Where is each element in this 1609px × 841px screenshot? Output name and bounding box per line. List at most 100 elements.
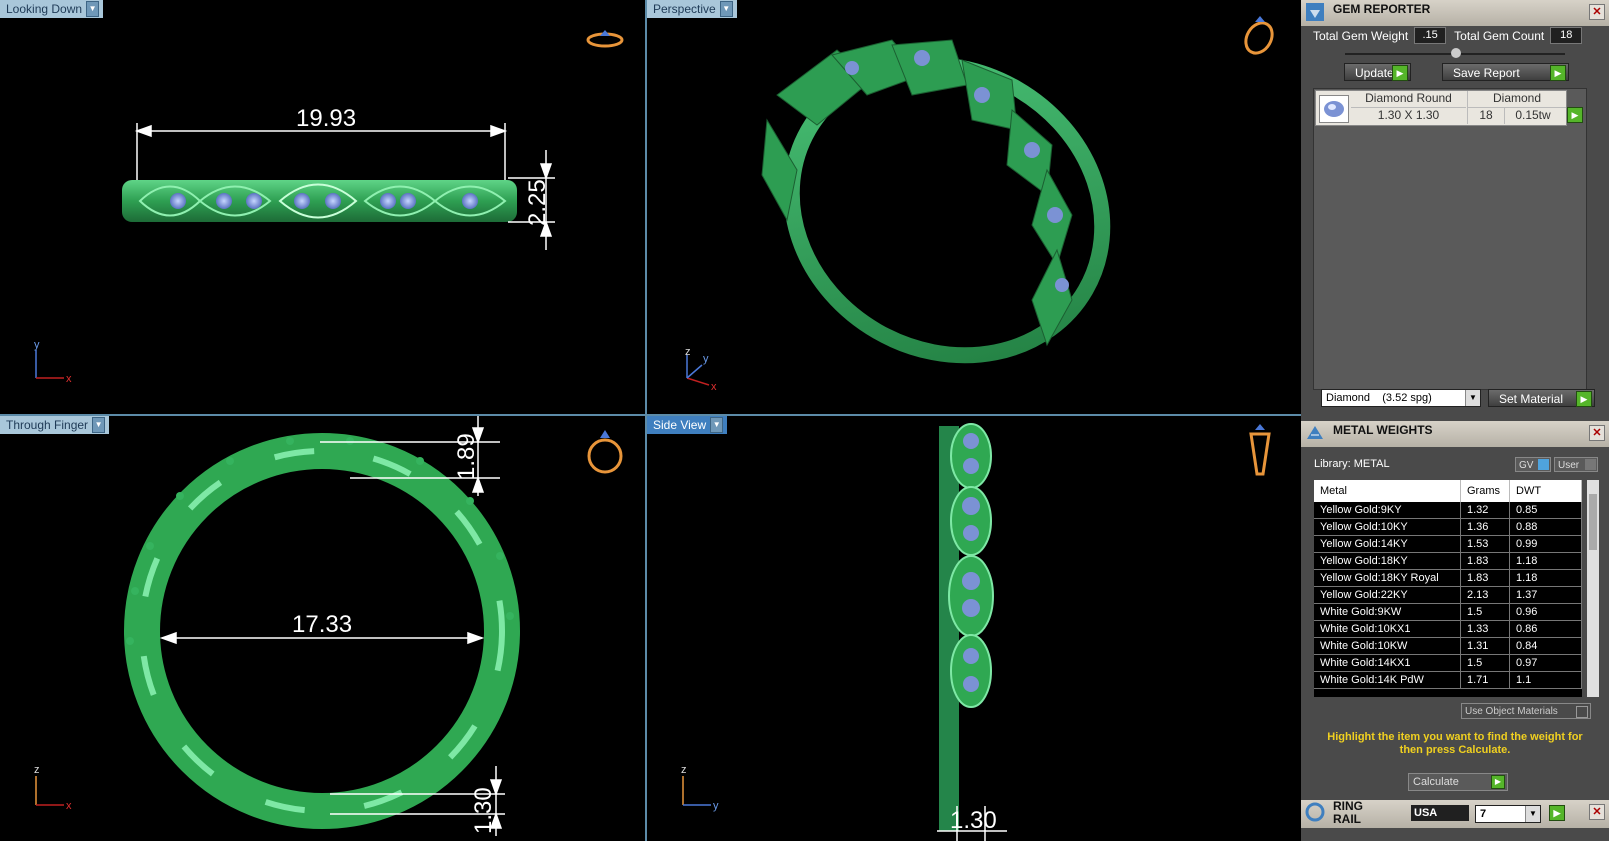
tab-perspective[interactable]: Perspective ▼ xyxy=(647,0,737,18)
cell-metal: White Gold:14KX1 xyxy=(1314,654,1461,672)
play-icon: ▶ xyxy=(1392,65,1408,81)
cell-dwt: 0.99 xyxy=(1509,535,1582,553)
cell-dwt: 1.18 xyxy=(1509,569,1582,587)
calculate-hint: Highlight the item you want to find the … xyxy=(1327,731,1583,756)
viewport-perspective[interactable]: z y x Perspective ▼ xyxy=(647,0,1301,414)
table-row[interactable]: Yellow Gold:10KY 1.36 0.88 xyxy=(1314,518,1582,536)
table-row[interactable]: White Gold:10KW 1.31 0.84 xyxy=(1314,637,1582,655)
table-row[interactable]: White Gold:10KX1 1.33 0.86 xyxy=(1314,620,1582,638)
table-row[interactable]: White Gold:14K PdW 1.71 1.1 xyxy=(1314,671,1582,689)
dim-bottom: 1.30 xyxy=(470,787,497,834)
ring-size-system[interactable]: USA xyxy=(1411,805,1469,821)
close-icon[interactable]: ✕ xyxy=(1589,4,1605,20)
axis-gizmo: z y x xyxy=(685,346,717,393)
looking-down-render: 19.93 2.25 y x xyxy=(34,30,624,385)
ring-orient-icon xyxy=(1249,424,1271,476)
toggle-off-icon xyxy=(1576,706,1588,718)
calculate-button[interactable]: Calculate ▶ xyxy=(1408,773,1508,791)
cell-metal: Yellow Gold:22KY xyxy=(1314,586,1461,604)
viewport-looking-down[interactable]: 19.93 2.25 y x Looking Down ▼ xyxy=(0,0,645,414)
use-object-materials-toggle[interactable]: Use Object Materials xyxy=(1461,703,1591,719)
chevron-down-icon: ▼ xyxy=(1465,390,1480,406)
metal-table-scrollbar[interactable] xyxy=(1587,480,1599,697)
ring-rail-icon xyxy=(1305,802,1325,822)
table-row[interactable]: Yellow Gold:9KY 1.32 0.85 xyxy=(1314,502,1582,519)
table-row[interactable]: Yellow Gold:18KY Royal 1.83 1.18 xyxy=(1314,569,1582,587)
cell-dwt: 1.1 xyxy=(1509,671,1582,689)
gem-row-go-icon[interactable]: ▶ xyxy=(1567,107,1583,123)
table-row[interactable]: Yellow Gold:14KY 1.53 0.99 xyxy=(1314,535,1582,553)
gem-reporter-icon xyxy=(1305,2,1325,22)
total-gem-count-value: 18 xyxy=(1550,27,1583,44)
viewport-menu-icon[interactable]: ▼ xyxy=(710,417,724,433)
panel-slider-handle[interactable] xyxy=(1451,48,1461,58)
table-row[interactable]: White Gold:14KX1 1.5 0.97 xyxy=(1314,654,1582,672)
viewport-menu-icon[interactable]: ▼ xyxy=(92,417,106,433)
svg-text:z: z xyxy=(685,346,691,358)
total-gem-weight-value: .15 xyxy=(1414,27,1447,44)
close-icon[interactable]: ✕ xyxy=(1589,804,1605,820)
viewport-menu-icon[interactable]: ▼ xyxy=(719,1,733,17)
table-row[interactable]: Yellow Gold:22KY 2.13 1.37 xyxy=(1314,586,1582,604)
cell-dwt: 0.88 xyxy=(1509,518,1582,536)
viewport-side-view[interactable]: 1.30 z y Side View ▼ xyxy=(647,416,1301,841)
svg-text:x: x xyxy=(711,381,717,393)
cell-metal: White Gold:14K PdW xyxy=(1314,671,1461,689)
material-select[interactable]: Diamond (3.52 spg) ▼ xyxy=(1321,389,1481,407)
gem-material: Diamond xyxy=(1467,91,1566,108)
close-icon[interactable]: ✕ xyxy=(1589,425,1605,441)
table-row[interactable]: White Gold:9KW 1.5 0.96 xyxy=(1314,603,1582,621)
viewport-through-finger[interactable]: 17.33 1.89 1.30 z x Through Finger ▼ xyxy=(0,416,645,841)
cell-grams: 1.71 xyxy=(1460,671,1510,689)
dim-inner: 17.33 xyxy=(292,611,352,638)
update-button[interactable]: Update ▶ xyxy=(1344,63,1411,81)
cell-metal: Yellow Gold:9KY xyxy=(1314,502,1461,519)
cell-dwt: 1.37 xyxy=(1509,586,1582,604)
col-dwt[interactable]: DWT xyxy=(1509,480,1582,502)
metal-table: Metal Grams DWT Yellow Gold:9KY 1.32 0.85 … xyxy=(1314,480,1582,689)
cell-dwt: 1.18 xyxy=(1509,552,1582,570)
cell-grams: 1.83 xyxy=(1460,552,1510,570)
gem-list-row[interactable]: Diamond Round 1.30 X 1.30 Diamond 18 0.1… xyxy=(1315,90,1567,126)
cell-metal: White Gold:10KX1 xyxy=(1314,620,1461,638)
side-view-render: 1.30 z y xyxy=(681,423,1271,841)
save-report-button[interactable]: Save Report ▶ xyxy=(1442,63,1569,81)
svg-text:z: z xyxy=(681,764,687,776)
ring-size-select[interactable]: 7 ▼ xyxy=(1475,805,1541,823)
table-row[interactable]: Yellow Gold:18KY 1.83 1.18 xyxy=(1314,552,1582,570)
dim-bottom: 1.30 xyxy=(950,807,997,834)
cell-grams: 1.36 xyxy=(1460,518,1510,536)
gv-toggle[interactable]: GV xyxy=(1515,457,1551,472)
viewport-menu-icon[interactable]: ▼ xyxy=(86,1,100,17)
col-metal[interactable]: Metal xyxy=(1314,480,1461,502)
scrollbar-thumb[interactable] xyxy=(1589,494,1597,550)
save-report-button-label: Save Report xyxy=(1453,66,1520,80)
cell-metal: Yellow Gold:14KY xyxy=(1314,535,1461,553)
chevron-down-icon: ▼ xyxy=(1525,806,1540,822)
cell-grams: 1.33 xyxy=(1460,620,1510,638)
ring-orient-icon xyxy=(587,430,623,474)
tab-looking-down[interactable]: Looking Down ▼ xyxy=(0,0,104,18)
user-toggle[interactable]: User xyxy=(1554,457,1598,472)
tab-through-finger[interactable]: Through Finger ▼ xyxy=(0,416,110,434)
calculate-label: Calculate xyxy=(1413,776,1459,788)
set-material-button[interactable]: Set Material ▶ xyxy=(1488,389,1595,407)
viewport-divider-vertical[interactable] xyxy=(645,0,647,841)
gem-name: Diamond Round xyxy=(1351,91,1466,108)
dim-height: 2.25 xyxy=(524,179,551,226)
cell-metal: Yellow Gold:18KY xyxy=(1314,552,1461,570)
viewport-divider-horizontal[interactable] xyxy=(0,414,1301,416)
col-grams[interactable]: Grams xyxy=(1460,480,1510,502)
play-icon[interactable]: ▶ xyxy=(1549,805,1565,821)
svg-text:z: z xyxy=(34,764,40,776)
metal-weights-header: METAL WEIGHTS ✕ xyxy=(1301,421,1609,447)
cell-grams: 1.5 xyxy=(1460,654,1510,672)
use-object-materials-label: Use Object Materials xyxy=(1465,706,1558,717)
cell-grams: 1.32 xyxy=(1460,502,1510,519)
cell-metal: White Gold:10KW xyxy=(1314,637,1461,655)
cell-dwt: 0.85 xyxy=(1509,502,1582,519)
tab-side-view[interactable]: Side View ▼ xyxy=(647,416,728,434)
diamond-round-icon xyxy=(1319,95,1349,123)
svg-text:y: y xyxy=(713,800,719,812)
cell-metal: Yellow Gold:10KY xyxy=(1314,518,1461,536)
